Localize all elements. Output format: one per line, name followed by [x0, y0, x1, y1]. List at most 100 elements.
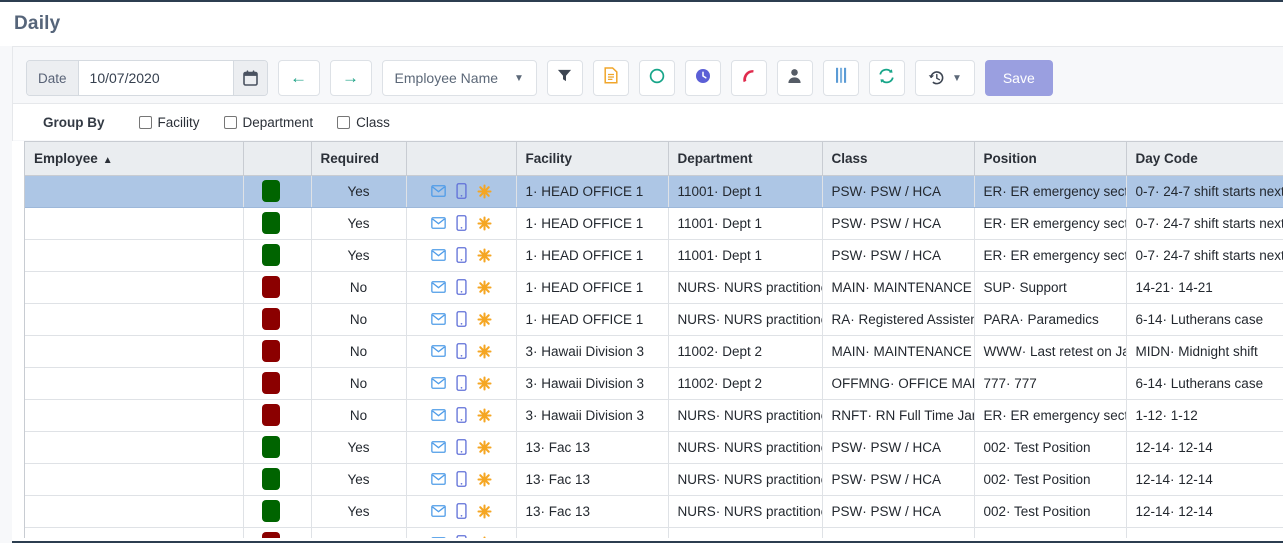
cell-class[interactable]: PSW· PSW / HCA — [822, 495, 975, 528]
mobile-icon[interactable] — [455, 311, 467, 327]
cell-employee[interactable] — [25, 431, 244, 464]
cell-status[interactable] — [243, 271, 312, 304]
mobile-icon[interactable] — [455, 439, 467, 455]
cell-facility[interactable]: 1· HEAD OFFICE 1 — [516, 271, 669, 304]
table-row[interactable]: No 18· Test F 18 Id 1811004· Dept 4PSW· P… — [25, 527, 1283, 538]
group-by-class[interactable]: Class — [337, 115, 390, 130]
cell-facility[interactable]: 18· Test F 18 Id 18 — [516, 527, 669, 538]
cell-day_code[interactable]: 12-14· 12-14 — [1126, 495, 1283, 528]
cell-employee[interactable] — [25, 495, 244, 528]
column-header-employee[interactable]: Employee ▲ — [25, 142, 244, 176]
email-icon[interactable] — [430, 281, 446, 293]
cell-status[interactable] — [243, 463, 312, 496]
table-row[interactable]: No 1· HEAD OFFICE 1 NURS· NURS practitione… — [25, 271, 1283, 304]
cell-department[interactable]: NURS· NURS practitioner — [668, 463, 823, 496]
circle-button[interactable] — [638, 60, 675, 96]
cell-actions[interactable] — [406, 367, 517, 400]
person-button[interactable] — [776, 60, 813, 96]
next-day-button[interactable]: → — [329, 60, 372, 96]
cell-facility[interactable]: 13· Fac 13 — [516, 495, 669, 528]
table-row[interactable]: Yes 1· HEAD OFFICE 1 11001· Dept 1 PSW· PSW… — [25, 207, 1283, 240]
cell-position[interactable]: BOOK· Bookkeeping — [974, 527, 1127, 538]
cell-employee[interactable] — [25, 239, 244, 272]
table-row[interactable]: Yes 13· Fac 13 NURS· NURS practitioner PSW·… — [25, 495, 1283, 528]
cell-status[interactable] — [243, 367, 312, 400]
star-icon[interactable] — [477, 535, 492, 538]
email-icon[interactable] — [430, 185, 446, 197]
mobile-icon[interactable] — [455, 535, 467, 538]
calendar-icon[interactable] — [232, 61, 267, 95]
column-header-icons[interactable] — [406, 142, 517, 176]
cell-status[interactable] — [243, 207, 312, 240]
cell-class[interactable]: MAIN· MAINTENANCE — [822, 335, 975, 368]
cell-actions[interactable] — [406, 495, 517, 528]
cell-class[interactable]: PSW· PSW / HCA — [822, 527, 975, 538]
cell-class[interactable]: RNFT· RN Full Time Jan — [822, 399, 975, 432]
filter-button[interactable] — [546, 60, 583, 96]
cell-required[interactable]: Yes — [311, 175, 407, 208]
cell-required[interactable]: No — [311, 527, 407, 538]
table-row[interactable]: No 1· HEAD OFFICE 1 NURS· NURS practitione… — [25, 303, 1283, 336]
cell-status[interactable] — [243, 527, 312, 538]
cell-position[interactable]: 002· Test Position — [974, 431, 1127, 464]
column-header-position[interactable]: Position — [974, 142, 1127, 176]
cell-class[interactable]: PSW· PSW / HCA — [822, 463, 975, 496]
email-icon[interactable] — [430, 249, 446, 261]
email-icon[interactable] — [430, 345, 446, 357]
cell-facility[interactable]: 1· HEAD OFFICE 1 — [516, 303, 669, 336]
cell-facility[interactable]: 13· Fac 13 — [516, 431, 669, 464]
cell-status[interactable] — [243, 431, 312, 464]
cell-facility[interactable]: 13· Fac 13 — [516, 463, 669, 496]
cell-actions[interactable] — [406, 335, 517, 368]
cell-day_code[interactable]: MIDN· Midnight shift — [1126, 335, 1283, 368]
star-icon[interactable] — [476, 311, 492, 327]
cell-actions[interactable] — [406, 431, 517, 464]
mobile-icon[interactable] — [455, 503, 467, 519]
cell-position[interactable]: ER· ER emergency sector — [974, 239, 1127, 272]
schedule-grid[interactable]: Employee ▲ Required Facility Department Class… — [24, 141, 1283, 538]
cell-required[interactable]: No — [311, 399, 407, 432]
star-icon[interactable] — [476, 247, 492, 263]
cell-department[interactable]: NURS· NURS practitioner — [668, 495, 823, 528]
column-header-status[interactable] — [243, 142, 312, 176]
date-field-group[interactable]: Date 10/07/2020 — [26, 60, 268, 96]
cell-day_code[interactable]: 6-14· Lutherans case — [1126, 303, 1283, 336]
mobile-icon[interactable] — [455, 343, 467, 359]
cell-position[interactable]: WWW· Last retest on Jan — [974, 335, 1127, 368]
column-header-required[interactable]: Required — [311, 142, 407, 176]
cell-department[interactable]: 11001· Dept 1 — [668, 207, 823, 240]
previous-day-button[interactable]: ← — [277, 60, 320, 96]
cell-department[interactable]: NURS· NURS practitioner — [668, 271, 823, 304]
mobile-icon[interactable] — [455, 375, 467, 391]
star-icon[interactable] — [476, 439, 492, 455]
cell-facility[interactable]: 1· HEAD OFFICE 1 — [516, 175, 669, 208]
cell-actions[interactable] — [406, 463, 517, 496]
star-icon[interactable] — [476, 279, 492, 295]
cell-status[interactable] — [243, 399, 312, 432]
cell-department[interactable]: 11004· Dept 4 — [668, 527, 823, 538]
cell-department[interactable]: 11001· Dept 1 — [668, 239, 823, 272]
cell-facility[interactable]: 1· HEAD OFFICE 1 — [516, 239, 669, 272]
star-icon[interactable] — [476, 215, 492, 231]
mobile-icon[interactable] — [455, 247, 467, 263]
cell-position[interactable]: SUP· Support — [974, 271, 1127, 304]
table-row[interactable]: Yes 13· Fac 13 NURS· NURS practitioner PSW·… — [25, 463, 1283, 496]
email-icon[interactable] — [430, 505, 446, 517]
cell-employee[interactable] — [25, 367, 244, 400]
cell-facility[interactable]: 3· Hawaii Division 3 — [516, 335, 669, 368]
cell-position[interactable]: 002· Test Position — [974, 495, 1127, 528]
email-icon[interactable] — [430, 377, 446, 389]
cell-employee[interactable] — [25, 463, 244, 496]
star-icon[interactable] — [476, 183, 492, 199]
cell-actions[interactable] — [406, 239, 517, 272]
cell-actions[interactable] — [406, 527, 517, 538]
cell-required[interactable]: No — [311, 271, 407, 304]
checkbox-class[interactable] — [337, 115, 351, 129]
cell-required[interactable]: No — [311, 335, 407, 368]
cell-day_code[interactable]: 0-7· 24-7 shift starts next — [1126, 239, 1283, 272]
document-button[interactable] — [592, 60, 629, 96]
cell-actions[interactable] — [406, 271, 517, 304]
cell-department[interactable]: NURS· NURS practitioner — [668, 399, 823, 432]
columns-button[interactable] — [822, 60, 859, 96]
cell-employee[interactable] — [25, 175, 244, 208]
